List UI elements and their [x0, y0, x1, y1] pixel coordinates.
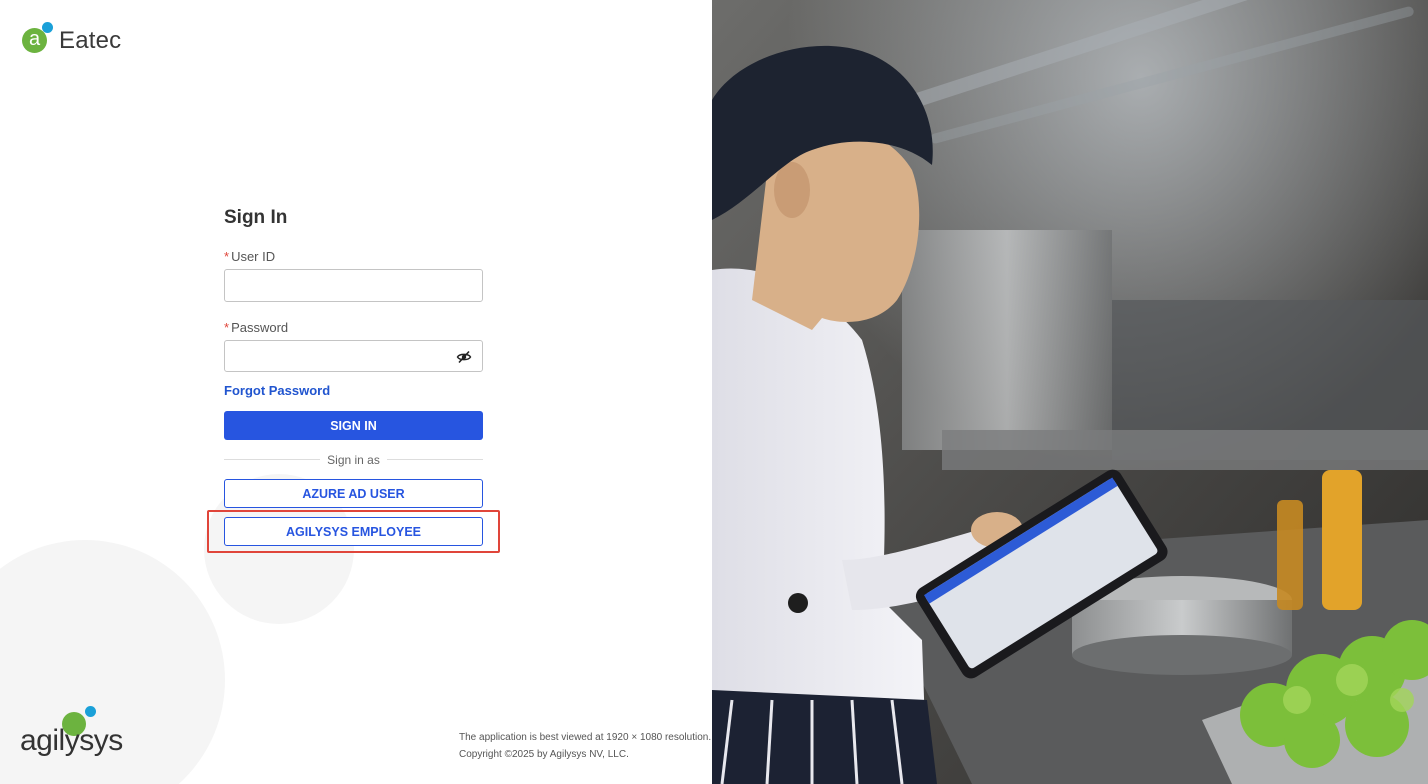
eatec-logo: a Eatec [22, 22, 121, 56]
password-label-text: Password [231, 320, 289, 335]
required-marker: * [224, 320, 230, 335]
logo-dot [42, 22, 53, 33]
sign-in-form: Sign In * User ID * Password Forgot Passwo… [224, 207, 484, 546]
password-label: * Password [224, 321, 483, 335]
brand-name: Eatec [59, 27, 122, 54]
user-id-label-text: User ID [231, 249, 276, 264]
user-id-field[interactable] [224, 269, 483, 302]
sign-in-button[interactable]: SIGN IN [224, 411, 483, 440]
eye-slash-icon[interactable] [456, 349, 472, 365]
user-id-label: * User ID [224, 250, 483, 264]
footer-notes: The application is best viewed at 1920 ×… [459, 729, 711, 763]
agilysys-logo-text: agilysys [20, 724, 123, 757]
login-panel: a Eatec Sign In * User ID * Password Forgo… [0, 0, 712, 784]
resolution-note: The application is best viewed at 1920 ×… [459, 732, 712, 743]
password-field[interactable] [224, 340, 483, 372]
page-title: Sign In [224, 207, 288, 228]
logo-dot [85, 706, 96, 717]
divider-line [224, 459, 321, 460]
copyright-text: Copyright ©2025 by Agilysys NV, LLC. [459, 749, 629, 760]
agilysys-logo: agilysys [20, 704, 123, 762]
sign-in-as-label: Sign in as [327, 452, 380, 467]
agilysys-employee-button[interactable]: AGILYSYS EMPLOYEE [224, 517, 483, 546]
chef-hero-image [712, 0, 1428, 784]
divider-line [386, 459, 484, 460]
sign-in-as-divider: Sign in as [224, 452, 484, 467]
required-marker: * [224, 249, 230, 264]
azure-ad-user-button[interactable]: AZURE AD USER [224, 479, 483, 508]
eatec-logo-icon: a [22, 22, 56, 56]
forgot-password-link[interactable]: Forgot Password [224, 383, 483, 398]
